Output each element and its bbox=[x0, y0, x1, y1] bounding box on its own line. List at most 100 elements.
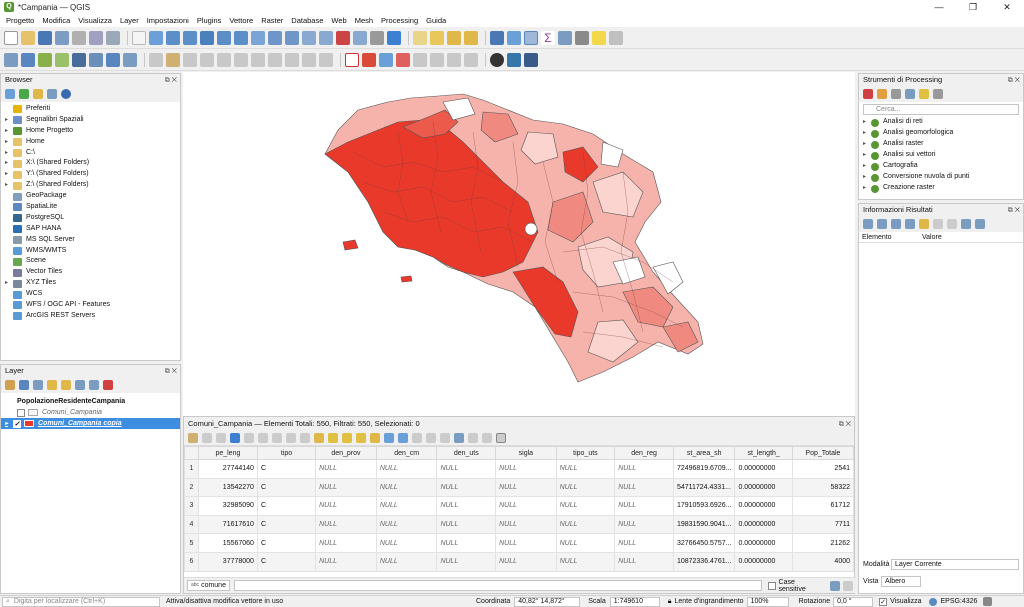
browser-item[interactable]: MS SQL Server bbox=[1, 235, 180, 246]
browser-item[interactable]: WFS / OGC API - Features bbox=[1, 300, 180, 311]
table-view-icon[interactable] bbox=[830, 580, 840, 591]
new-geopackage-icon[interactable] bbox=[21, 52, 35, 67]
filter-field-select[interactable]: abc comune bbox=[187, 580, 230, 591]
layer-item-comuni-campania[interactable]: Comuni_Campania bbox=[1, 407, 180, 418]
menu-raster[interactable]: Raster bbox=[261, 16, 283, 25]
info-icon[interactable] bbox=[61, 89, 71, 99]
row-number[interactable]: 5 bbox=[184, 533, 199, 553]
table-row[interactable]: 6 37778000 C NULL NULL NULL NULL NULL NULL 108723… bbox=[184, 551, 855, 572]
measure-icon[interactable] bbox=[575, 30, 589, 45]
scripts-icon[interactable] bbox=[877, 89, 887, 99]
table-cell[interactable]: NULL bbox=[315, 459, 377, 479]
table-cell[interactable]: C bbox=[256, 459, 317, 479]
diagram-tool-icon[interactable] bbox=[464, 52, 478, 67]
table-cell[interactable]: NULL bbox=[555, 477, 616, 498]
menu-mesh[interactable]: Mesh bbox=[355, 16, 373, 25]
filter-icon[interactable] bbox=[33, 89, 43, 99]
rotate-label-icon[interactable] bbox=[430, 52, 444, 67]
new-map-view-icon[interactable] bbox=[302, 30, 316, 45]
table-cell[interactable]: NULL bbox=[375, 533, 438, 553]
table-cell[interactable]: NULL bbox=[614, 533, 674, 553]
table-cell[interactable]: NULL bbox=[315, 551, 377, 572]
map-tips-icon[interactable] bbox=[592, 30, 606, 45]
zoom-selection-icon[interactable] bbox=[217, 30, 231, 45]
expand-arrow-icon[interactable]: ▸ bbox=[5, 115, 13, 126]
undo-icon[interactable] bbox=[302, 52, 316, 67]
menu-modifica[interactable]: Modifica bbox=[42, 16, 70, 25]
expand-arrow-icon[interactable]: ▸ bbox=[5, 148, 13, 159]
current-edits-icon[interactable] bbox=[149, 52, 163, 67]
menu-layer[interactable]: Layer bbox=[120, 16, 139, 25]
browser-item[interactable]: GeoPackage bbox=[1, 191, 180, 202]
table-cell[interactable]: NULL bbox=[555, 459, 616, 479]
processing-provider-item[interactable]: ▸ Creazione raster bbox=[859, 183, 1023, 194]
pan-to-selection-icon[interactable] bbox=[149, 30, 163, 45]
add-delimited-icon[interactable] bbox=[89, 52, 103, 67]
table-cell[interactable]: 58322 bbox=[791, 477, 855, 498]
browser-item[interactable]: ArcGIS REST Servers bbox=[1, 311, 180, 322]
table-row[interactable]: 5 15567060 C NULL NULL NULL NULL NULL NULL 327664… bbox=[184, 533, 855, 553]
expand-arrow-icon[interactable]: ▸ bbox=[863, 117, 871, 128]
row-number[interactable]: 4 bbox=[184, 514, 199, 535]
table-cell[interactable]: NULL bbox=[375, 477, 438, 498]
reload-icon[interactable] bbox=[230, 432, 240, 443]
toggle-editing-pencil-icon[interactable] bbox=[166, 52, 180, 67]
results-viewer-icon[interactable] bbox=[905, 89, 915, 99]
select-all-icon[interactable] bbox=[328, 432, 338, 443]
conditional-formatting-icon[interactable] bbox=[468, 432, 478, 443]
table-cell[interactable]: NULL bbox=[495, 459, 557, 479]
organize-columns-icon[interactable] bbox=[440, 432, 450, 443]
menu-plugins[interactable]: Plugins bbox=[197, 16, 222, 25]
refresh-icon[interactable] bbox=[387, 30, 401, 45]
table-cell[interactable]: 72496819.6709... bbox=[672, 459, 736, 479]
table-cell[interactable]: 10872336.4761... bbox=[672, 551, 736, 572]
table-cell[interactable]: 54711724.4331... bbox=[672, 477, 736, 498]
browser-item[interactable]: SAP HANA bbox=[1, 224, 180, 235]
select-expression-icon[interactable] bbox=[314, 432, 324, 443]
expand-arrow-icon[interactable]: ▸ bbox=[5, 169, 13, 180]
expand-arrow-icon[interactable]: ▸ bbox=[5, 180, 13, 191]
identify-mode-icon[interactable] bbox=[961, 219, 971, 229]
column-header[interactable]: tipo bbox=[256, 446, 317, 460]
filter-value-input[interactable] bbox=[233, 580, 762, 591]
copy-icon[interactable] bbox=[286, 432, 296, 443]
rotation-field[interactable]: 0,0 ° bbox=[833, 596, 874, 607]
table-cell[interactable]: NULL bbox=[495, 496, 557, 516]
copy-features-icon[interactable] bbox=[268, 52, 282, 67]
table-row[interactable]: 4 71617610 C NULL NULL NULL NULL NULL NULL 198315… bbox=[184, 514, 855, 535]
browser-item[interactable]: Scene bbox=[1, 256, 180, 267]
pan-hand-icon[interactable] bbox=[132, 30, 146, 45]
table-cell[interactable]: NULL bbox=[555, 514, 616, 535]
show-hide-labels-icon[interactable] bbox=[396, 52, 410, 67]
table-cell[interactable]: 21262 bbox=[791, 533, 855, 553]
table-cell[interactable]: C bbox=[256, 496, 317, 516]
scale-field[interactable]: 1:749610 bbox=[609, 596, 660, 607]
close-button[interactable]: ✕ bbox=[990, 0, 1024, 14]
browser-item[interactable]: PostgreSQL bbox=[1, 213, 180, 224]
open-project-icon[interactable] bbox=[21, 30, 35, 45]
select-features-icon[interactable] bbox=[413, 30, 427, 45]
table-row[interactable]: 3 32985090 C NULL NULL NULL NULL NULL NULL 179105… bbox=[184, 496, 855, 516]
spatial-bookmark-icon[interactable] bbox=[336, 30, 350, 45]
browser-item[interactable]: ▸ Home Progetto bbox=[1, 126, 180, 137]
browser-item[interactable]: ▸ Z:\ (Shared Folders) bbox=[1, 180, 180, 191]
add-raster-icon[interactable] bbox=[55, 52, 69, 67]
move-selection-top-icon[interactable] bbox=[356, 432, 366, 443]
delete-feature-icon[interactable] bbox=[258, 432, 268, 443]
dock-table-icon[interactable] bbox=[496, 432, 506, 443]
toggle-editing-icon[interactable] bbox=[188, 432, 198, 443]
table-cell[interactable]: NULL bbox=[614, 496, 674, 516]
table-row[interactable]: 1 27744140 C NULL NULL NULL NULL NULL NULL 724968… bbox=[184, 459, 855, 479]
python-console-icon[interactable] bbox=[507, 52, 521, 67]
table-cell[interactable]: 2541 bbox=[791, 459, 855, 479]
processing-toolbox-icon[interactable] bbox=[524, 30, 538, 45]
multi-edit-icon[interactable] bbox=[202, 432, 212, 443]
form-view-icon[interactable] bbox=[843, 580, 853, 591]
table-cell[interactable]: 27744140 bbox=[197, 459, 258, 479]
style-manager-icon[interactable] bbox=[106, 30, 120, 45]
layer-labeling-icon[interactable] bbox=[362, 52, 376, 67]
panel-float-close-icon[interactable]: ⧉ ✕ bbox=[1008, 75, 1020, 87]
table-cell[interactable]: NULL bbox=[375, 514, 438, 535]
manage-map-themes-icon[interactable] bbox=[33, 380, 43, 390]
table-cell[interactable]: NULL bbox=[436, 551, 497, 572]
